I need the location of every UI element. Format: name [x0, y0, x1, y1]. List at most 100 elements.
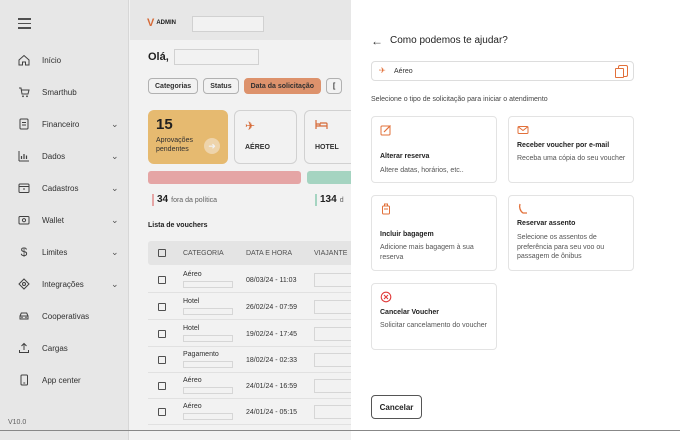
copy-icon[interactable]: [615, 65, 628, 78]
row-traveler: [314, 273, 351, 287]
row-checkbox[interactable]: [158, 330, 166, 338]
row-traveler: [314, 300, 351, 314]
row-checkbox[interactable]: [158, 382, 166, 390]
column-header[interactable]: DATA E HORA: [246, 250, 292, 257]
car-icon: [17, 309, 31, 323]
table-row[interactable]: Pagamento 18/02/24 - 02:33: [148, 347, 351, 373]
row-checkbox[interactable]: [158, 303, 166, 311]
drawer-title: Como podemos te ajudar?: [390, 35, 508, 46]
sidebar-item-cooperativas[interactable]: Cooperativas: [0, 304, 129, 328]
table-row[interactable]: Hotel 26/02/24 - 07:59: [148, 294, 351, 320]
sidebar-item-label: Limites: [42, 247, 68, 257]
folder-icon: [17, 181, 31, 195]
instruction-text: Selecione o tipo de solicitação para ini…: [371, 96, 548, 103]
sidebar-item-integracoes[interactable]: Integrações ⌄: [0, 272, 129, 296]
sidebar-item-inicio[interactable]: Início: [0, 48, 129, 72]
app-version: V10.0: [8, 419, 27, 426]
stat-marker: [315, 194, 317, 206]
option-cancelar-voucher[interactable]: Cancelar Voucher Solicitar cancelamento …: [371, 283, 497, 350]
category-card-hotel[interactable]: HOTEL: [304, 110, 351, 164]
row-redacted: [183, 413, 233, 420]
cart-icon: [17, 85, 31, 99]
row-category: Aéreo: [183, 377, 202, 384]
row-checkbox[interactable]: [158, 276, 166, 284]
stat-marker: [152, 194, 154, 206]
table-row[interactable]: Aéreo 24/01/24 - 16:59: [148, 373, 351, 399]
row-traveler: [314, 353, 351, 367]
home-icon: [17, 53, 31, 67]
option-description: Receba uma cópia do seu voucher: [517, 155, 626, 162]
row-redacted: [183, 308, 233, 315]
cancel-circle-icon: [380, 291, 392, 306]
option-reservar-assento[interactable]: Reservar assento Selecione os assentos d…: [508, 195, 634, 271]
arrow-right-icon[interactable]: ➜: [204, 138, 220, 154]
chevron-down-icon: ⌄: [111, 214, 119, 225]
approvals-label: Aprovações pendentes: [156, 137, 193, 153]
option-description: Selecione os assentos de preferência par…: [517, 234, 605, 260]
sidebar-item-label: App center: [42, 375, 81, 385]
sidebar-item-wallet[interactable]: Wallet ⌄: [0, 208, 129, 232]
chevron-down-icon: ⌄: [111, 246, 119, 257]
sidebar-item-cadastros[interactable]: Cadastros ⌄: [0, 176, 129, 200]
row-category: Hotel: [183, 298, 200, 305]
stat-other: 134 d: [315, 194, 344, 206]
row-datetime: 26/02/24 - 07:59: [246, 304, 297, 311]
out-of-policy-bar: [148, 171, 301, 184]
option-title: Incluir bagagem: [380, 231, 434, 238]
top-bar: V ADMIN: [130, 0, 351, 40]
sidebar-item-limites[interactable]: $ Limites ⌄: [0, 240, 129, 264]
category-card-aereo[interactable]: ✈ AÉREO: [234, 110, 297, 164]
option-description: Altere datas, horários, etc..: [380, 167, 464, 174]
upload-icon: [17, 341, 31, 355]
sidebar-item-financeiro[interactable]: Financeiro ⌄: [0, 112, 129, 136]
sidebar: Início Smarthub Financeiro ⌄ Dados ⌄ Cad…: [0, 0, 129, 440]
approvals-count: 15: [156, 116, 173, 133]
select-all-checkbox[interactable]: [158, 249, 166, 257]
main-content: V ADMIN Olá, Categorias Status Data da s…: [130, 0, 351, 440]
sidebar-item-app-center[interactable]: App center: [0, 368, 129, 392]
option-receber-voucher[interactable]: Receber voucher por e-mail Receba uma có…: [508, 116, 634, 183]
table-row[interactable]: Aéreo 08/03/24 - 11:03: [148, 267, 351, 293]
row-category: Hotel: [183, 325, 200, 332]
row-checkbox[interactable]: [158, 356, 166, 364]
row-datetime: 18/02/24 - 02:33: [246, 357, 297, 364]
column-header[interactable]: CATEGORIA: [183, 250, 224, 257]
airplane-icon: ✈: [245, 119, 256, 133]
help-drawer: ← Como podemos te ajudar? ✈ Aéreo Seleci…: [351, 0, 651, 431]
row-category: Aéreo: [183, 403, 202, 410]
cancel-button[interactable]: Cancelar: [371, 395, 422, 419]
row-datetime: 24/01/24 - 16:59: [246, 383, 297, 390]
stat-label: d: [339, 197, 344, 204]
company-selector[interactable]: [192, 16, 264, 32]
row-datetime: 24/01/24 - 05:15: [246, 409, 297, 416]
filter-more[interactable]: [: [326, 78, 343, 94]
row-checkbox[interactable]: [158, 408, 166, 416]
sidebar-item-label: Dados: [42, 151, 66, 161]
filter-categorias[interactable]: Categorias: [148, 78, 199, 94]
sidebar-item-cargas[interactable]: Cargas: [0, 336, 129, 360]
table-row[interactable]: Aéreo 24/01/24 - 05:15: [148, 399, 351, 425]
filter-status[interactable]: Status: [203, 78, 239, 94]
phone-icon: [17, 373, 31, 387]
hamburger-menu-icon[interactable]: [18, 18, 31, 32]
arrow-left-icon[interactable]: ←: [371, 34, 383, 48]
chart-icon: [17, 149, 31, 163]
row-category: Pagamento: [183, 351, 219, 358]
sidebar-item-dados[interactable]: Dados ⌄: [0, 144, 129, 168]
table-row[interactable]: Hotel 19/02/24 - 17:45: [148, 321, 351, 347]
option-alterar-reserva[interactable]: Alterar reserva Altere datas, horários, …: [371, 116, 497, 183]
row-redacted: [183, 281, 233, 288]
in-policy-bar: [307, 171, 351, 184]
row-category: Aéreo: [183, 271, 202, 278]
edit-icon: [380, 124, 392, 139]
sidebar-item-smarthub[interactable]: Smarthub: [0, 80, 129, 104]
selected-category-field[interactable]: ✈ Aéreo: [371, 61, 634, 81]
approvals-card[interactable]: 15 Aprovações pendentes ➜: [148, 110, 228, 164]
column-header[interactable]: VIAJANTE: [314, 250, 347, 257]
option-incluir-bagagem[interactable]: Incluir bagagem Adicione mais bagagem à …: [371, 195, 497, 271]
row-redacted: [183, 335, 233, 342]
sidebar-item-label: Cooperativas: [42, 311, 90, 321]
sidebar-item-label: Início: [42, 55, 62, 65]
filter-data-solicitacao[interactable]: Data da solicitação: [243, 78, 322, 94]
greeting: Olá,: [148, 51, 169, 63]
